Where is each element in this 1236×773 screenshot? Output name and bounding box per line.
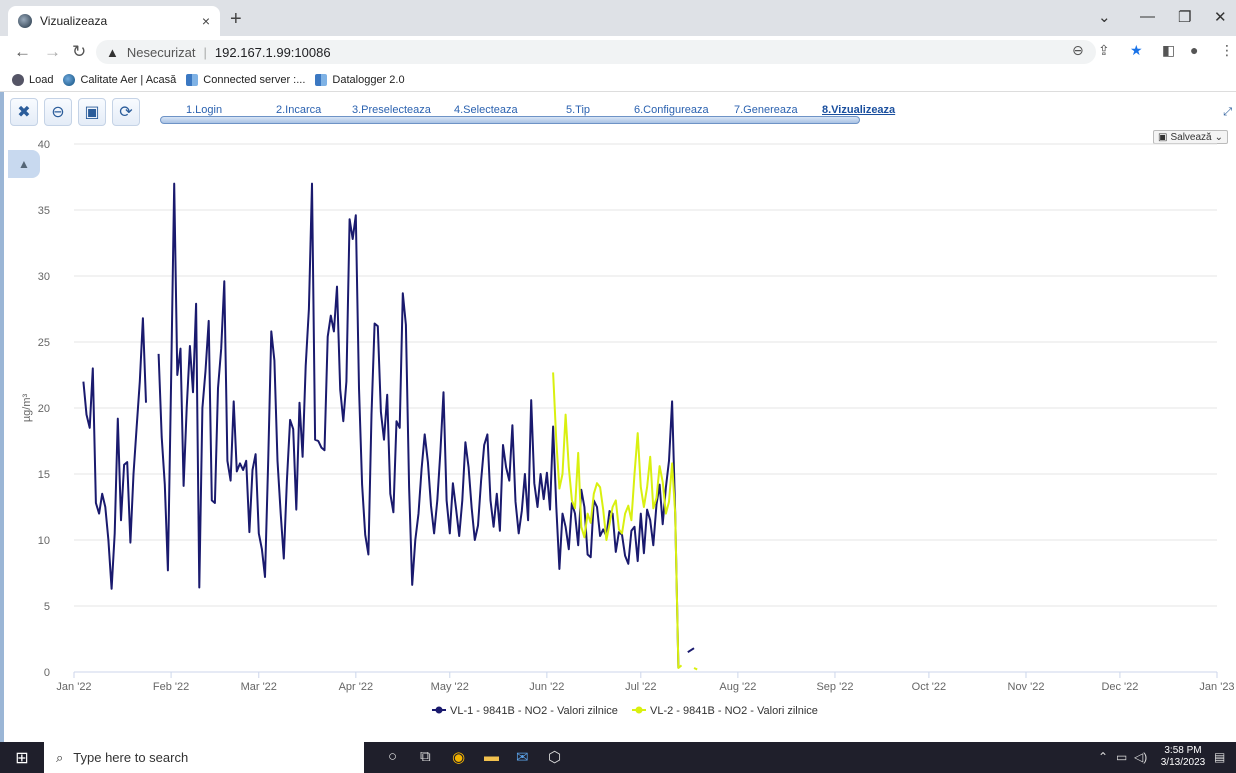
y-tick-label: 20 bbox=[38, 403, 50, 415]
y-tick-label: 10 bbox=[38, 535, 50, 547]
notifications-icon[interactable]: ▤ bbox=[1214, 750, 1225, 764]
close-tab-icon[interactable]: × bbox=[202, 13, 210, 29]
x-tick-label: Apr '22 bbox=[339, 681, 374, 693]
reload-icon[interactable]: ↻ bbox=[72, 42, 86, 62]
windows-logo-icon: ⊞ bbox=[15, 749, 29, 767]
series-line-1[interactable] bbox=[687, 647, 695, 654]
zoom-icon[interactable]: ⊖ bbox=[1072, 42, 1084, 59]
x-tick-label: Jun '22 bbox=[529, 681, 564, 693]
tray-chevron-icon[interactable]: ⌃ bbox=[1098, 750, 1108, 764]
cortana-circle-icon[interactable]: ○ bbox=[388, 748, 397, 765]
address-bar[interactable]: ▲ Nesecurizat | 192.167.1.99:10086 bbox=[96, 40, 1096, 64]
tab-title: Vizualizeaza bbox=[40, 14, 108, 28]
x-tick-label: Dec '22 bbox=[1101, 681, 1138, 693]
y-tick-label: 0 bbox=[44, 667, 50, 679]
chrome-icon[interactable]: ◉ bbox=[452, 748, 465, 766]
y-axis-label: µg/m³ bbox=[21, 393, 33, 422]
x-tick-label: Jul '22 bbox=[625, 681, 656, 693]
series-line-1[interactable] bbox=[82, 317, 147, 590]
clock-date: 3/13/2023 bbox=[1160, 757, 1206, 768]
browser-tab[interactable]: Vizualizeaza × bbox=[8, 6, 220, 36]
side-panel-icon[interactable]: ◧ bbox=[1162, 42, 1175, 59]
app-cube-icon[interactable]: ⬡ bbox=[548, 748, 561, 766]
new-tab-button[interactable]: + bbox=[230, 8, 242, 31]
warning-triangle-icon: ▲ bbox=[106, 44, 119, 60]
x-tick-label: Feb '22 bbox=[153, 681, 189, 693]
y-tick-label: 15 bbox=[38, 469, 50, 481]
taskbar-search-placeholder: Type here to search bbox=[73, 750, 189, 765]
bookmark-label: Load bbox=[29, 73, 54, 86]
bookmark-label: Calitate Aer | Acasă bbox=[80, 73, 177, 86]
bookmark-connected-server[interactable]: Connected server :... bbox=[186, 73, 306, 86]
bookmark-label: Datalogger 2.0 bbox=[332, 73, 405, 86]
x-tick-label: Jan '23 bbox=[1199, 681, 1234, 693]
clock[interactable]: 3:58 PM 3/13/2023 bbox=[1156, 745, 1210, 769]
legend-label[interactable]: VL-1 - 9841B - NO2 - Valori zilnice bbox=[450, 705, 618, 717]
y-tick-label: 5 bbox=[44, 601, 50, 613]
x-tick-label: Nov '22 bbox=[1008, 681, 1045, 693]
site-favicon-icon bbox=[18, 14, 32, 28]
bookmark-label: Connected server :... bbox=[203, 73, 306, 86]
chart-grid bbox=[74, 143, 1217, 673]
volume-icon[interactable]: ◁) bbox=[1134, 750, 1147, 764]
close-window-icon[interactable]: ✕ bbox=[1214, 8, 1227, 26]
share-icon[interactable]: ⇪ bbox=[1098, 42, 1110, 59]
search-icon: ⌕ bbox=[56, 749, 64, 765]
network-icon[interactable]: ▭ bbox=[1116, 750, 1127, 764]
no2-line-chart: 0 5 10 15 20 25 30 35 40 Jan '22 Feb '22 Mar '22 Ap… bbox=[21, 139, 1235, 717]
x-tick-label: May '22 bbox=[431, 681, 469, 693]
x-tick-label: Sep '22 bbox=[816, 681, 853, 693]
bookmark-star-icon[interactable]: ★ bbox=[1130, 42, 1143, 59]
tab-search-chevron-icon[interactable]: ⌄ bbox=[1098, 8, 1111, 26]
mail-icon[interactable]: ✉ bbox=[516, 748, 529, 766]
browser-toolbar: ← → ↻ ▲ Nesecurizat | 192.167.1.99:10086 bbox=[0, 36, 1236, 68]
menu-kebab-icon[interactable]: ⋮ bbox=[1220, 42, 1234, 59]
forward-arrow-icon[interactable]: → bbox=[44, 42, 61, 62]
y-tick-label: 35 bbox=[38, 205, 50, 217]
minimize-icon[interactable]: — bbox=[1140, 8, 1155, 25]
url-text: 192.167.1.99:10086 bbox=[214, 44, 331, 60]
y-axis-ticks: 0 5 10 15 20 25 30 35 40 bbox=[38, 139, 50, 679]
x-tick-label: Oct '22 bbox=[912, 681, 947, 693]
x-tick-label: Aug '22 bbox=[719, 681, 756, 693]
x-axis-ticks: Jan '22 Feb '22 Mar '22 Apr '22 May '22 Jun '… bbox=[56, 672, 1235, 693]
url-separator: | bbox=[203, 44, 207, 60]
back-arrow-icon[interactable]: ← bbox=[14, 42, 31, 62]
series-line-2[interactable] bbox=[693, 667, 698, 671]
legend-marker bbox=[435, 706, 443, 714]
bookmark-datalogger[interactable]: Datalogger 2.0 bbox=[315, 73, 405, 86]
clock-time: 3:58 PM bbox=[1164, 745, 1202, 756]
legend-marker bbox=[635, 706, 643, 714]
series-line-1[interactable] bbox=[157, 182, 680, 669]
y-tick-label: 40 bbox=[38, 139, 50, 151]
chart-legend: VL-1 - 9841B - NO2 - Valori zilnice VL-2 … bbox=[432, 705, 818, 717]
bookmark-calitate-aer[interactable]: Calitate Aer | Acasă bbox=[63, 73, 177, 86]
legend-label[interactable]: VL-2 - 9841B - NO2 - Valori zilnice bbox=[650, 705, 818, 717]
task-view-icon[interactable]: ⧉ bbox=[420, 748, 431, 765]
windows-taskbar: ⊞ ⌕ Type here to search ○ ⧉ ◉ ▬ ✉ ⬡ ⌃ ▭ … bbox=[0, 742, 1236, 773]
insecure-label: Nesecurizat bbox=[126, 44, 196, 60]
restore-icon[interactable]: ❐ bbox=[1178, 8, 1191, 26]
taskbar-search[interactable]: ⌕ Type here to search bbox=[44, 742, 364, 773]
browser-tab-strip: Vizualizeaza × + ⌄ — ❐ ✕ bbox=[0, 0, 1236, 36]
globe-icon bbox=[63, 73, 76, 86]
datalogger-icon bbox=[186, 73, 199, 86]
globe-dark-icon bbox=[12, 73, 24, 86]
datalogger-icon bbox=[315, 73, 328, 86]
chart-series bbox=[82, 182, 698, 671]
x-tick-label: Jan '22 bbox=[56, 681, 91, 693]
profile-avatar-icon[interactable]: ● bbox=[1190, 42, 1198, 58]
x-tick-label: Mar '22 bbox=[241, 681, 277, 693]
file-explorer-icon[interactable]: ▬ bbox=[484, 748, 499, 765]
start-button[interactable]: ⊞ bbox=[0, 742, 44, 773]
y-tick-label: 30 bbox=[38, 271, 50, 283]
bookmark-load[interactable]: Load bbox=[12, 73, 54, 86]
bookmarks-bar: Load Calitate Aer | Acasă Connected serv… bbox=[0, 68, 1236, 92]
y-tick-label: 25 bbox=[38, 337, 50, 349]
